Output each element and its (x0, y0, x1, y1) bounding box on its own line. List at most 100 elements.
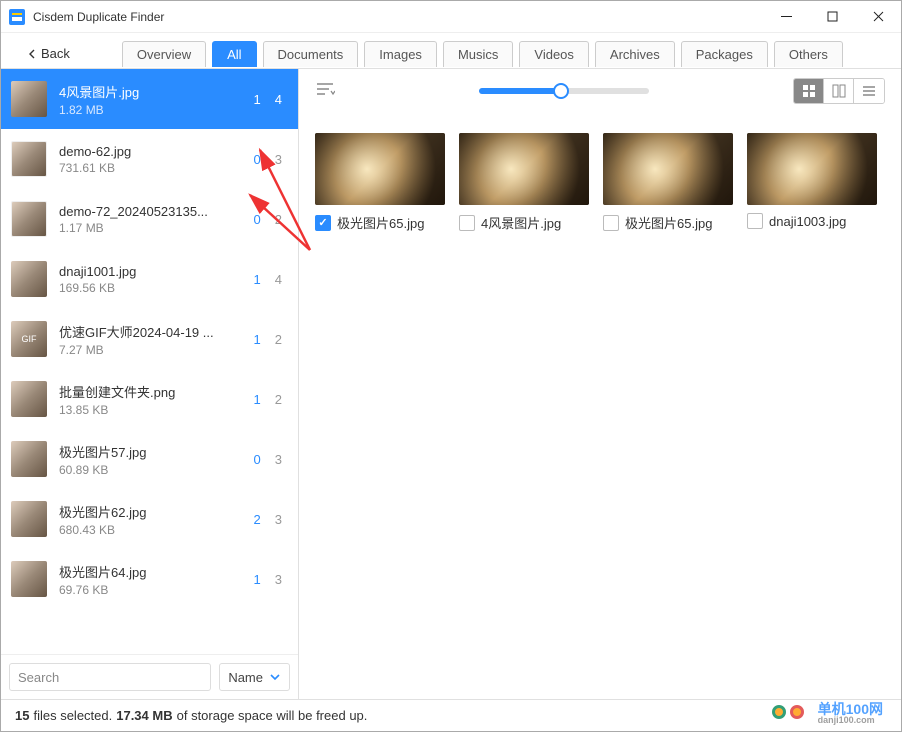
item-size: 1.17 MB (59, 221, 254, 235)
grid-checkbox[interactable] (747, 213, 763, 229)
tab-packages[interactable]: Packages (681, 41, 768, 67)
item-counts: 1 2 (254, 332, 282, 347)
sidebar: 4风景图片.jpg 1.82 MB 1 4 demo-62.jpg 731.61… (1, 69, 299, 699)
grid-item[interactable]: 4风景图片.jpg (459, 133, 589, 232)
thumbnail: GIF (11, 321, 47, 357)
item-info: dnaji1001.jpg 169.56 KB (59, 264, 254, 295)
grid-label: 4风景图片.jpg (459, 213, 589, 232)
item-info: 优速GIF大师2024-04-19 ... 7.27 MB (59, 322, 254, 357)
selected-count: 1 (254, 572, 261, 587)
tab-archives[interactable]: Archives (595, 41, 675, 67)
tab-documents[interactable]: Documents (263, 41, 359, 67)
item-size: 13.85 KB (59, 403, 254, 417)
total-count: 2 (275, 332, 282, 347)
list-item[interactable]: dnaji1001.jpg 169.56 KB 1 4 (1, 249, 298, 309)
tab-musics[interactable]: Musics (443, 41, 513, 67)
total-count: 4 (275, 272, 282, 287)
list-item[interactable]: 极光图片62.jpg 680.43 KB 2 3 (1, 489, 298, 549)
view-columns-button[interactable] (824, 79, 854, 103)
watermark-sub: danji100.com (818, 716, 883, 725)
list-item[interactable]: 极光图片64.jpg 69.76 KB 1 3 (1, 549, 298, 609)
watermark-text: 单机100网 (818, 702, 883, 716)
tab-all[interactable]: All (212, 41, 256, 67)
total-count: 4 (275, 92, 282, 107)
search-placeholder: Search (18, 670, 59, 685)
thumbnail (11, 441, 47, 477)
tab-videos[interactable]: Videos (519, 41, 589, 67)
item-counts: 0 3 (254, 452, 282, 467)
list-item[interactable]: GIF 优速GIF大师2024-04-19 ... 7.27 MB 1 2 (1, 309, 298, 369)
sort-button[interactable]: Name (219, 663, 290, 691)
tab-others[interactable]: Others (774, 41, 843, 67)
item-info: 极光图片64.jpg 69.76 KB (59, 562, 254, 597)
status-text-2: of storage space will be freed up. (177, 708, 368, 723)
thumbnail (11, 201, 47, 237)
grid-thumbnail (315, 133, 445, 205)
total-count: 2 (275, 212, 282, 227)
thumbnail (11, 261, 47, 297)
chevron-down-icon (269, 671, 281, 683)
status-size: 17.34 MB (116, 708, 172, 723)
item-info: demo-72_20240523135... 1.17 MB (59, 204, 254, 235)
watermark: 单机100网 danji100.com (772, 701, 883, 725)
slider-handle[interactable] (553, 83, 569, 99)
item-counts: 0 2 (254, 212, 282, 227)
chevron-left-icon (27, 49, 37, 59)
search-input[interactable]: Search (9, 663, 211, 691)
grid-thumbnail (459, 133, 589, 205)
item-counts: 2 3 (254, 512, 282, 527)
maximize-button[interactable] (809, 1, 855, 33)
list-item[interactable]: demo-62.jpg 731.61 KB 0 3 (1, 129, 298, 189)
grid-checkbox[interactable] (315, 215, 331, 231)
grid-item[interactable]: 极光图片65.jpg (315, 133, 445, 232)
duplicate-list[interactable]: 4风景图片.jpg 1.82 MB 1 4 demo-62.jpg 731.61… (1, 69, 298, 654)
item-name: 极光图片57.jpg (59, 442, 254, 461)
close-button[interactable] (855, 1, 901, 33)
total-count: 3 (275, 572, 282, 587)
list-item[interactable]: 批量创建文件夹.png 13.85 KB 1 2 (1, 369, 298, 429)
item-size: 731.61 KB (59, 161, 254, 175)
item-size: 69.76 KB (59, 583, 254, 597)
item-size: 169.56 KB (59, 281, 254, 295)
item-name: dnaji1001.jpg (59, 264, 254, 279)
view-list-button[interactable] (854, 79, 884, 103)
grid-item[interactable]: dnaji1003.jpg (747, 133, 877, 232)
item-name: 4风景图片.jpg (59, 82, 254, 101)
selected-count: 2 (254, 512, 261, 527)
thumbnail (11, 561, 47, 597)
view-grid-button[interactable] (794, 79, 824, 103)
list-item[interactable]: 4风景图片.jpg 1.82 MB 1 4 (1, 69, 298, 129)
list-item[interactable]: demo-72_20240523135... 1.17 MB 0 2 (1, 189, 298, 249)
sort-icon[interactable] (315, 81, 335, 102)
grid-item[interactable]: 极光图片65.jpg (603, 133, 733, 232)
thumbnail (11, 81, 47, 117)
thumbnail (11, 141, 47, 177)
tab-images[interactable]: Images (364, 41, 437, 67)
zoom-slider-wrap (347, 88, 781, 94)
status-count: 15 (15, 708, 29, 723)
thumbnail (11, 381, 47, 417)
total-count: 2 (275, 392, 282, 407)
grid-checkbox[interactable] (603, 215, 619, 231)
selected-count: 1 (254, 272, 261, 287)
tab-overview[interactable]: Overview (122, 41, 206, 67)
content-toolbar (299, 69, 901, 113)
grid-checkbox[interactable] (459, 215, 475, 231)
item-name: 优速GIF大师2024-04-19 ... (59, 322, 254, 341)
zoom-slider[interactable] (479, 88, 649, 94)
back-button[interactable]: Back (17, 40, 80, 67)
item-counts: 1 4 (254, 92, 282, 107)
selected-count: 1 (254, 92, 261, 107)
grid-filename: dnaji1003.jpg (769, 214, 846, 229)
thumbnail (11, 501, 47, 537)
item-name: 极光图片62.jpg (59, 502, 254, 521)
main-area: 4风景图片.jpg 1.82 MB 1 4 demo-62.jpg 731.61… (1, 69, 901, 699)
item-size: 680.43 KB (59, 523, 254, 537)
list-item[interactable]: 极光图片57.jpg 60.89 KB 0 3 (1, 429, 298, 489)
item-name: 批量创建文件夹.png (59, 382, 254, 401)
selected-count: 0 (254, 152, 261, 167)
titlebar: Cisdem Duplicate Finder (1, 1, 901, 33)
grid-thumbnail (603, 133, 733, 205)
minimize-button[interactable] (763, 1, 809, 33)
status-bar: 15 files selected. 17.34 MB of storage s… (1, 699, 901, 731)
